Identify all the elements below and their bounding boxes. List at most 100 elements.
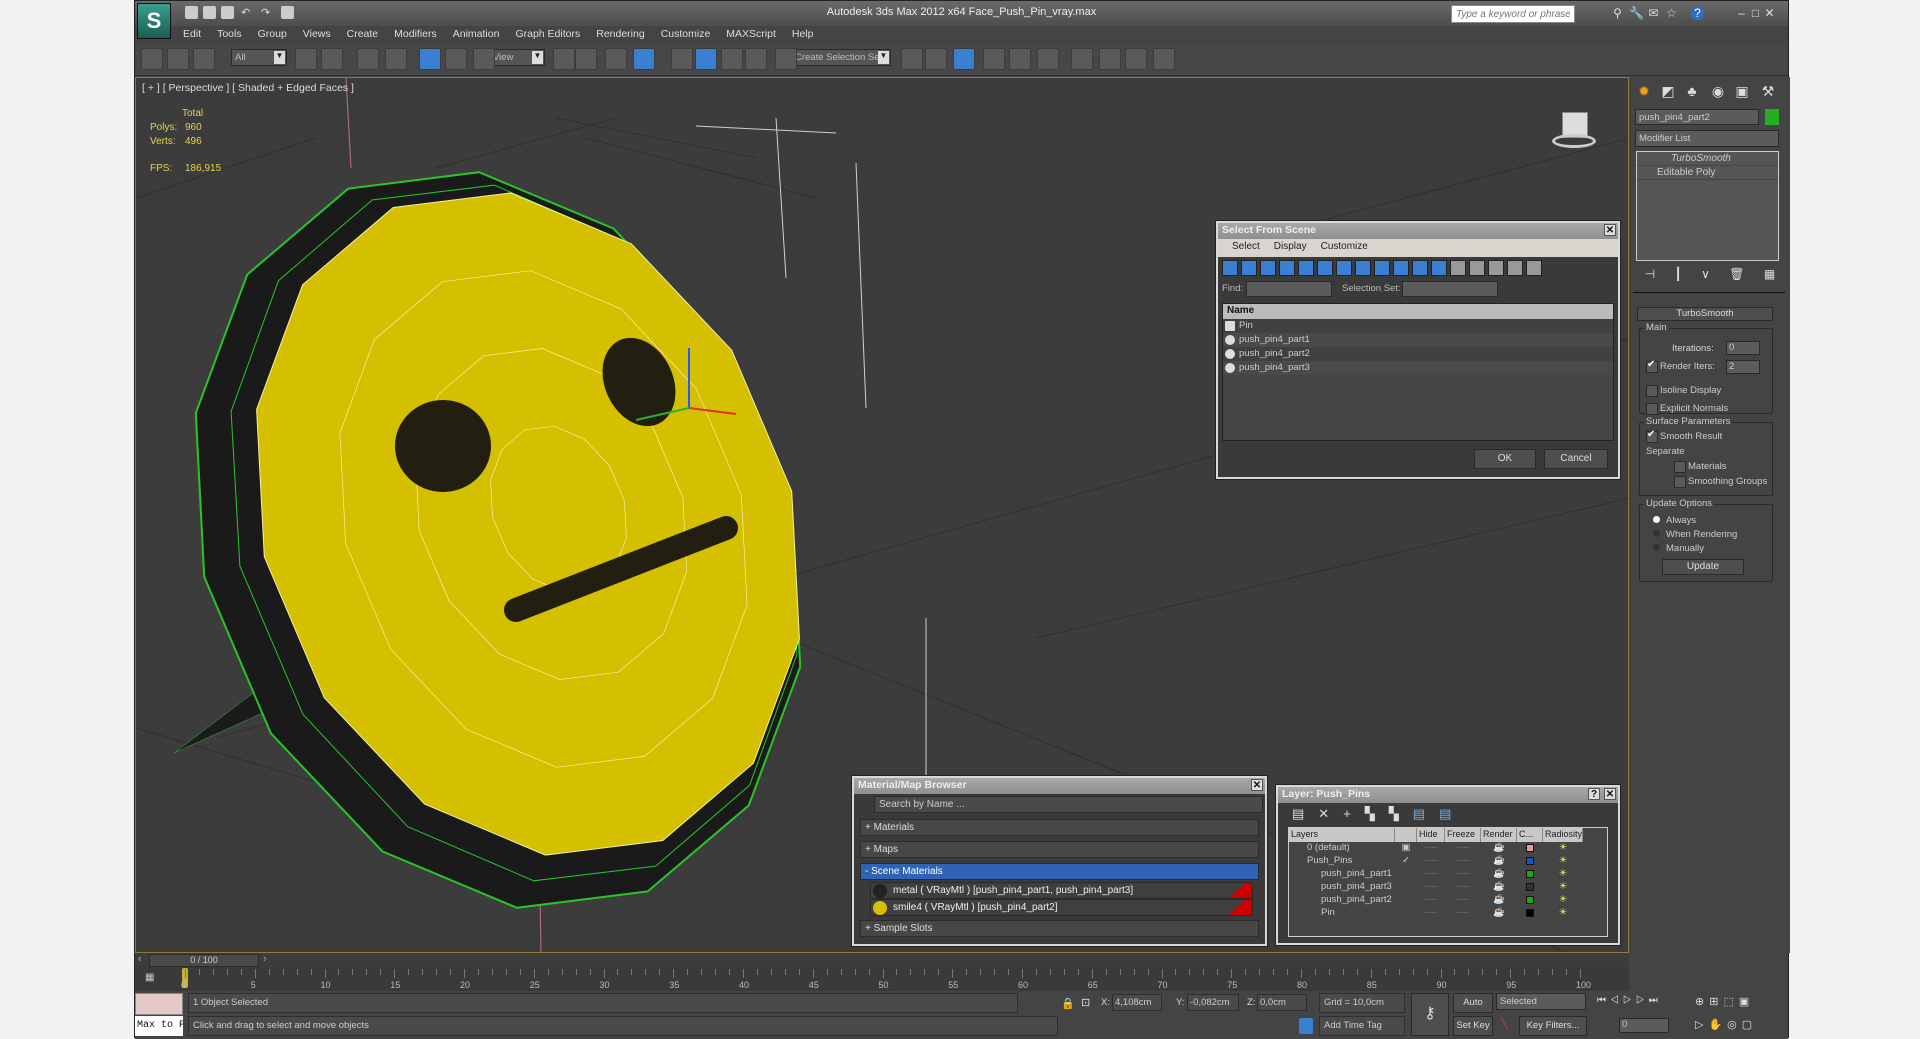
select-object-icon[interactable]	[295, 48, 317, 70]
layer-row[interactable]: push_pin4_part3 ---- ---- ☕ ☀	[1289, 881, 1607, 894]
column-header-radiosity[interactable]: Radiosity	[1543, 828, 1583, 842]
favorites-star-icon[interactable]: ☆	[1665, 7, 1678, 20]
viewcube-icon[interactable]	[1552, 112, 1596, 152]
containers-filter-icon[interactable]	[1393, 260, 1409, 276]
maximize-icon[interactable]: □	[1749, 7, 1762, 20]
column-header-layers[interactable]: Layers	[1289, 828, 1395, 842]
menu-graph-editors[interactable]: Graph Editors	[507, 26, 588, 43]
object-name-field[interactable]: push_pin4_part2	[1635, 109, 1759, 125]
when-rendering-radio[interactable]: When Rendering	[1652, 529, 1737, 540]
selection-lock-icon[interactable]: 🔒	[1061, 997, 1075, 1010]
shapes-filter-icon[interactable]	[1241, 260, 1257, 276]
add-to-layer-icon[interactable]: +	[1343, 806, 1351, 822]
geometry-filter-icon[interactable]	[1222, 260, 1238, 276]
filter-options-filter-icon[interactable]	[1526, 260, 1542, 276]
filter-filter-icon[interactable]	[1507, 260, 1523, 276]
previous-frame-icon[interactable]: ‹	[138, 953, 142, 965]
dialog-title-bar[interactable]: Layer: Push_Pins ✕?	[1278, 787, 1618, 803]
mini-curve-editor-icon[interactable]: ▦	[145, 972, 159, 984]
create-tab-icon[interactable]: ✹	[1633, 83, 1655, 103]
create-layer-icon[interactable]: ▤	[1292, 806, 1304, 822]
current-layer-indicator[interactable]	[1395, 881, 1417, 894]
delete-layer-icon[interactable]: ✕	[1318, 806, 1329, 822]
go-to-end-icon[interactable]: ⏭	[1649, 995, 1662, 1006]
turbosmooth-rollout-header[interactable]: TurboSmooth	[1637, 307, 1773, 321]
menu-customize[interactable]: Customize	[1321, 241, 1368, 255]
select-and-link-icon[interactable]	[141, 48, 163, 70]
modifier-list-dropdown[interactable]: Modifier List	[1635, 130, 1779, 147]
render-icon[interactable]	[1153, 48, 1175, 70]
material-item[interactable]: metal ( VRayMtl ) [push_pin4_part1, push…	[870, 882, 1253, 899]
search-by-name-input[interactable]: Search by Name ...	[874, 796, 1263, 813]
layer-row[interactable]: 0 (default) ▣ ---- ---- ☕ ☀	[1289, 842, 1607, 855]
layer-row[interactable]: Push_Pins ✓ ---- ---- ☕ ☀	[1289, 855, 1607, 868]
column-header-freeze[interactable]: Freeze	[1445, 828, 1481, 842]
layer-row[interactable]: Pin ---- ---- ☕ ☀	[1289, 907, 1607, 920]
hide-toggle[interactable]: ----	[1417, 842, 1445, 855]
layer-color-swatch[interactable]	[1517, 868, 1543, 881]
radiosity-light-icon[interactable]: ☀	[1543, 894, 1583, 907]
hierarchy-tab-icon[interactable]: ♣	[1681, 83, 1703, 103]
search-input[interactable]	[1451, 5, 1575, 23]
groups-filter-icon[interactable]	[1336, 260, 1352, 276]
selection-filter-dropdown[interactable]: All	[231, 49, 287, 66]
select-in-layer-icon[interactable]: ▚	[1365, 806, 1375, 822]
helpers-filter-icon[interactable]	[1298, 260, 1314, 276]
manipulate-icon[interactable]	[605, 48, 627, 70]
maxscript-mini-listener[interactable]: Max to Physc	[135, 1016, 183, 1036]
radiosity-light-icon[interactable]: ☀	[1543, 842, 1583, 855]
freeze-all-icon[interactable]: ▤	[1439, 806, 1451, 822]
modifier-turbosmooth[interactable]: TurboSmooth	[1637, 152, 1778, 166]
current-layer-indicator[interactable]: ▣	[1395, 842, 1417, 855]
named-selection-set-dropdown[interactable]: Create Selection Se	[791, 49, 891, 66]
always-radio[interactable]: Always	[1652, 515, 1696, 526]
separate-smoothing-groups-checkbox[interactable]: Smoothing Groups	[1674, 476, 1767, 488]
current-layer-indicator[interactable]	[1395, 907, 1417, 920]
list-item[interactable]: push_pin4_part1	[1223, 333, 1613, 347]
material-item[interactable]: smile4 ( VRayMtl ) [push_pin4_part2]	[870, 899, 1253, 916]
hide-toggle[interactable]: ----	[1417, 894, 1445, 907]
key-mode-dropdown[interactable]: Selected	[1496, 993, 1586, 1010]
configure-modifier-sets-icon[interactable]: ▦	[1764, 267, 1775, 287]
application-logo-button[interactable]: S	[137, 3, 171, 39]
help-icon[interactable]: ?	[1691, 7, 1704, 20]
materials-section[interactable]: + Materials	[860, 819, 1259, 836]
material-editor-icon[interactable]	[1071, 48, 1093, 70]
column-header-render[interactable]: Render	[1481, 828, 1517, 842]
dialog-title-bar[interactable]: Material/Map Browser ✕	[854, 778, 1265, 794]
list-item[interactable]: Pin	[1223, 319, 1613, 333]
key-filters-button[interactable]: Key Filters...	[1519, 1016, 1587, 1036]
layer-color-swatch[interactable]	[1517, 907, 1543, 920]
hidden-filter-icon[interactable]	[1431, 260, 1447, 276]
binoculars-icon[interactable]: ⚲	[1611, 7, 1624, 20]
scene-materials-section[interactable]: - Scene Materials	[860, 863, 1259, 880]
sample-slots-section[interactable]: + Sample Slots	[860, 920, 1259, 937]
menu-views[interactable]: Views	[295, 26, 339, 43]
radiosity-light-icon[interactable]: ☀	[1543, 907, 1583, 920]
bones-filter-icon[interactable]	[1374, 260, 1390, 276]
maximize-viewport-icon[interactable]: ▢	[1742, 1019, 1757, 1031]
keyboard-shortcut-icon[interactable]	[633, 48, 655, 70]
zoom-extents-all-icon[interactable]: ▣	[1739, 996, 1754, 1008]
render-setup-icon[interactable]	[1099, 48, 1121, 70]
remove-modifier-icon[interactable]: 🗑	[1729, 267, 1744, 287]
manually-radio[interactable]: Manually	[1652, 543, 1704, 554]
set-keys-key-icon[interactable]: ⚷	[1411, 993, 1449, 1036]
list-item[interactable]: push_pin4_part2	[1223, 347, 1613, 361]
dialog-title-bar[interactable]: Select From Scene ✕	[1218, 223, 1618, 239]
render-iters-checkbox[interactable]: Render Iters:	[1646, 359, 1715, 373]
save-file-icon[interactable]	[221, 6, 234, 19]
new-file-icon[interactable]	[185, 6, 198, 19]
freeze-toggle[interactable]: ----	[1445, 868, 1481, 881]
menu-customize[interactable]: Customize	[653, 26, 719, 43]
space-warps-filter-icon[interactable]	[1317, 260, 1333, 276]
unlink-icon[interactable]	[167, 48, 189, 70]
modifier-editable-poly[interactable]: Editable Poly	[1637, 166, 1778, 180]
menu-create[interactable]: Create	[339, 26, 387, 43]
current-layer-indicator[interactable]: ✓	[1395, 855, 1417, 868]
render-teapot-icon[interactable]: ☕	[1481, 842, 1517, 855]
layer-manager-icon[interactable]	[953, 48, 975, 70]
snap-3d-icon[interactable]	[671, 48, 693, 70]
select-move-icon[interactable]	[419, 48, 441, 70]
object-color-swatch[interactable]	[1765, 109, 1779, 125]
